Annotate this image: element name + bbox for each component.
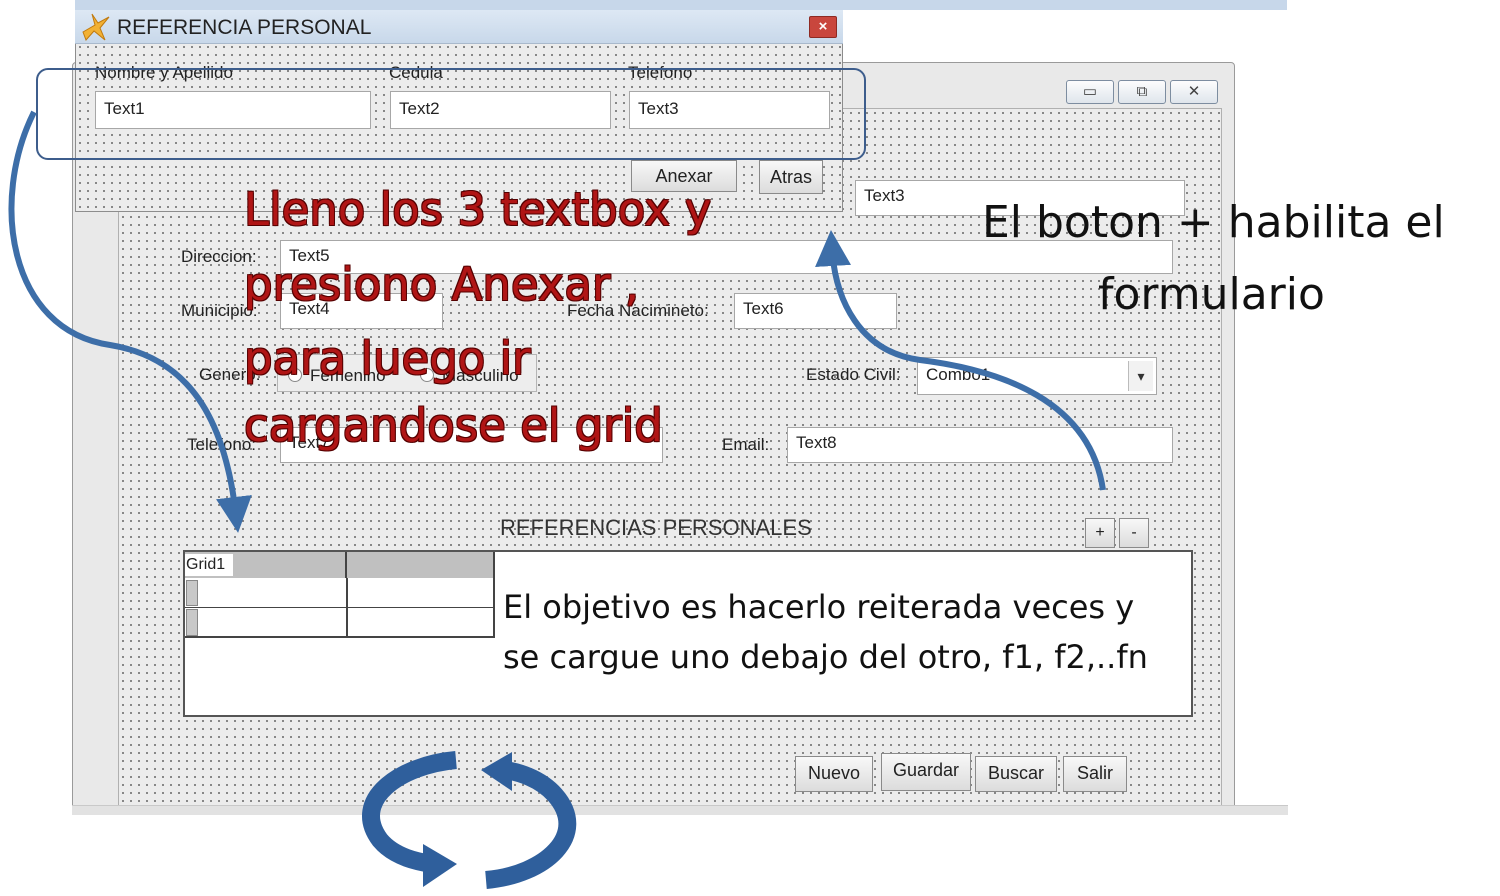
grid-body (185, 578, 495, 638)
chevron-down-icon[interactable]: ▾ (1128, 361, 1153, 391)
remove-reference-button[interactable]: - (1119, 518, 1149, 548)
estado-civil-combo[interactable]: Combo1 (917, 357, 1157, 395)
email-field[interactable]: Text8 (787, 427, 1173, 463)
annotation-red-line-3: para luego ir (244, 332, 531, 385)
status-strip (72, 805, 1288, 815)
grid-row-divider (185, 607, 495, 608)
textbox-highlight-frame (36, 68, 866, 160)
atras-button[interactable]: Atras (759, 160, 823, 194)
maximize-button[interactable]: ⧉ (1118, 80, 1166, 104)
referencias-section-title: REFERENCIAS PERSONALES (500, 515, 812, 540)
annotation-red-line-4: cargandose el grid (244, 399, 663, 452)
email-label: Email: (722, 435, 770, 454)
annotation-red-line-2: presiono Anexar , (244, 258, 640, 311)
guardar-button[interactable]: Guardar (881, 753, 971, 791)
grid-caption: Grid1 (185, 554, 233, 576)
grid-row-selector[interactable] (186, 580, 198, 606)
minimize-button[interactable]: ▭ (1066, 80, 1114, 104)
dialog-title: REFERENCIA PERSONAL (117, 16, 372, 39)
salir-button[interactable]: Salir (1063, 756, 1127, 792)
app-bird-icon (82, 13, 110, 41)
objective-note-line-2: se cargue uno debajo del otro, f1, f2,..… (503, 638, 1148, 676)
objective-note-line-1: El objetivo es hacerlo reiterada veces y (503, 588, 1135, 626)
background-window-strip (75, 0, 1287, 10)
estado-civil-label: Estado Civil: (806, 365, 901, 384)
window-close-button[interactable]: ✕ (1170, 80, 1218, 104)
annotation-red-line-1: Lleno los 3 textbox y (244, 183, 712, 236)
fecha-nacimiento-field[interactable]: Text6 (734, 293, 897, 329)
nuevo-button[interactable]: Nuevo (795, 756, 873, 792)
grid-header-cell (347, 552, 495, 578)
add-reference-button[interactable]: + (1085, 518, 1115, 548)
cycle-arrow-left-head (423, 844, 457, 887)
buscar-button[interactable]: Buscar (975, 756, 1057, 792)
grid-row-selector[interactable] (186, 609, 198, 636)
grid-column-divider (346, 578, 348, 638)
dialog-close-button[interactable]: × (809, 16, 837, 38)
plus-note-line-2: formulario (1098, 269, 1325, 320)
plus-note-line-1: El boton + habilita el (982, 197, 1445, 248)
